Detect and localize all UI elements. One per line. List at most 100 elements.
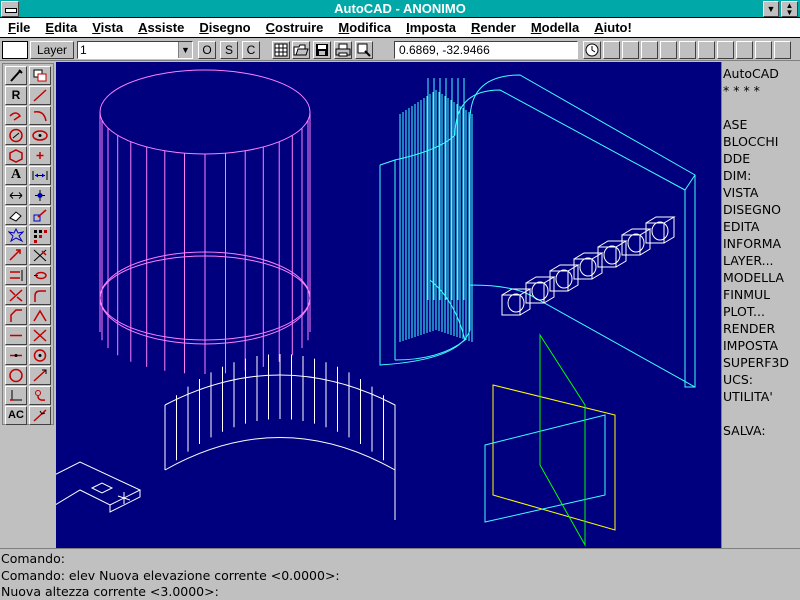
regen-tool-button[interactable]: R xyxy=(5,86,27,105)
polygon-tool-button[interactable] xyxy=(5,146,27,165)
array-tool-button[interactable] xyxy=(29,226,51,245)
color-swatch[interactable] xyxy=(2,41,28,59)
text-style-tool-button[interactable]: AC xyxy=(5,406,27,425)
screen-menu-item[interactable]: SUPERF3D xyxy=(723,355,800,372)
extend-tool-button[interactable] xyxy=(5,266,27,285)
ray-tool-button[interactable] xyxy=(5,346,27,365)
snap-toggle[interactable]: S xyxy=(220,41,238,59)
ellipse-tool-button[interactable] xyxy=(29,126,51,145)
toolbar-button-7[interactable] xyxy=(717,41,734,59)
layer-button[interactable]: Layer xyxy=(30,41,74,59)
screen-menu-item[interactable]: BLOCCHI xyxy=(723,134,800,151)
maximize-button[interactable]: ▲ ▼ xyxy=(781,1,798,17)
pick-tool-button[interactable] xyxy=(5,66,27,85)
tool-clock-icon[interactable] xyxy=(583,41,601,59)
menu-assiste[interactable]: Assiste xyxy=(138,20,184,35)
region-tool-button[interactable] xyxy=(5,366,27,385)
scale-tool-button[interactable] xyxy=(29,206,51,225)
zoom-window-icon[interactable] xyxy=(355,41,373,59)
toolbar-button-3[interactable] xyxy=(641,41,658,59)
donut-tool-button[interactable] xyxy=(29,346,51,365)
window-title: AutoCAD - ANONIMO xyxy=(334,1,466,16)
screen-menu-item[interactable]: IMPOSTA xyxy=(723,338,800,355)
menu-render[interactable]: Render xyxy=(471,20,516,35)
screen-menu-item[interactable]: FINMUL xyxy=(723,287,800,304)
screen-menu-item[interactable]: ASE xyxy=(723,117,800,134)
title-bar: AutoCAD - ANONIMO ▼ ▲ ▼ xyxy=(0,0,800,18)
trim-tool-button[interactable] xyxy=(29,246,51,265)
grid-icon[interactable] xyxy=(272,41,290,59)
toolbar-button-9[interactable] xyxy=(755,41,772,59)
toolbar-button-6[interactable] xyxy=(698,41,715,59)
dropdown-arrow-icon[interactable]: ▼ xyxy=(178,42,192,58)
stretch-tool-button[interactable] xyxy=(5,186,27,205)
dimension-tool-button[interactable] xyxy=(29,166,51,185)
polyline-tool-button[interactable] xyxy=(5,106,27,125)
screen-menu-item[interactable]: SALVA: xyxy=(723,423,800,440)
fillet-tool-button[interactable] xyxy=(29,286,51,305)
move-tool-button[interactable] xyxy=(5,246,27,265)
hatch-tool-button[interactable] xyxy=(29,406,51,425)
screen-menu-item[interactable]: UTILITA' xyxy=(723,389,800,406)
polyline-icon xyxy=(9,112,22,121)
command-line-area[interactable]: Comando: Comando: elev Nuova elevazione … xyxy=(0,548,800,600)
minimize-button[interactable]: ▼ xyxy=(763,1,779,17)
toolbar-button-1[interactable] xyxy=(603,41,620,59)
screen-menu-item[interactable]: LAYER... xyxy=(723,253,800,270)
menu-costruire[interactable]: Costruire xyxy=(266,20,324,35)
pedit-tool-button[interactable] xyxy=(29,306,51,325)
screen-menu-item[interactable]: * * * * xyxy=(723,83,800,100)
menu-edita[interactable]: Edita xyxy=(45,20,77,35)
drawing-area[interactable] xyxy=(23,62,721,548)
screen-menu-item[interactable]: RENDER xyxy=(723,321,800,338)
sketch-tool-button[interactable] xyxy=(29,366,51,385)
copy-tool-button[interactable] xyxy=(29,66,51,85)
screen-menu-item[interactable]: VISTA xyxy=(723,185,800,202)
horizontal-line-icon xyxy=(10,334,22,337)
xline-tool-button[interactable] xyxy=(29,326,51,345)
print-icon[interactable] xyxy=(334,41,352,59)
arc-tool-button[interactable] xyxy=(29,106,51,125)
offset-tool-button[interactable] xyxy=(29,266,51,285)
toolbar-button-5[interactable] xyxy=(679,41,696,59)
break-tool-button[interactable] xyxy=(5,286,27,305)
screen-menu-item[interactable]: DISEGNO xyxy=(723,202,800,219)
open-folder-icon[interactable] xyxy=(292,41,310,59)
chamfer-tool-button[interactable] xyxy=(5,306,27,325)
screen-menu-item[interactable]: EDITA xyxy=(723,219,800,236)
screen-menu-item[interactable]: DDE xyxy=(723,151,800,168)
line-tool-button[interactable] xyxy=(29,86,51,105)
toolbar-button-2[interactable] xyxy=(622,41,639,59)
menu-imposta[interactable]: Imposta xyxy=(406,20,456,35)
screen-menu-item[interactable]: DIM: xyxy=(723,168,800,185)
layer-select[interactable]: 1 ▼ xyxy=(77,41,193,59)
screen-menu-item[interactable]: PLOT... xyxy=(723,304,800,321)
toolbar-button-10[interactable] xyxy=(774,41,791,59)
menu-file[interactable]: File xyxy=(8,20,30,35)
screen-menu-item[interactable]: UCS: xyxy=(723,372,800,389)
save-icon[interactable] xyxy=(313,41,331,59)
toolbar-button-4[interactable] xyxy=(660,41,677,59)
arc-icon xyxy=(33,110,47,122)
menu-modifica[interactable]: Modifica xyxy=(338,20,391,35)
hline-tool-button[interactable] xyxy=(5,326,27,345)
menu-vista[interactable]: Vista xyxy=(92,20,123,35)
node-tool-button[interactable] xyxy=(29,186,51,205)
menu-aiuto[interactable]: Aiuto! xyxy=(594,20,632,35)
screen-menu-item[interactable]: INFORMA xyxy=(723,236,800,253)
screen-menu-item[interactable]: MODELLA xyxy=(723,270,800,287)
ortho-toggle[interactable]: O xyxy=(198,41,216,59)
circle-tool-button[interactable] xyxy=(5,126,27,145)
screen-menu-item[interactable]: AutoCAD xyxy=(723,66,800,83)
erase-tool-button[interactable] xyxy=(5,206,27,225)
toolbar-button-8[interactable] xyxy=(736,41,753,59)
point-tool-button[interactable] xyxy=(29,146,51,165)
menu-disegno[interactable]: Disegno xyxy=(199,20,250,35)
tablet-toggle[interactable]: C xyxy=(242,41,260,59)
spline-tool-button[interactable] xyxy=(29,386,51,405)
donut-icon xyxy=(33,349,47,362)
text-tool-button[interactable]: A xyxy=(5,166,27,185)
ucs-tool-button[interactable] xyxy=(5,386,27,405)
explode-tool-button[interactable] xyxy=(5,226,27,245)
menu-modella[interactable]: Modella xyxy=(531,20,579,35)
